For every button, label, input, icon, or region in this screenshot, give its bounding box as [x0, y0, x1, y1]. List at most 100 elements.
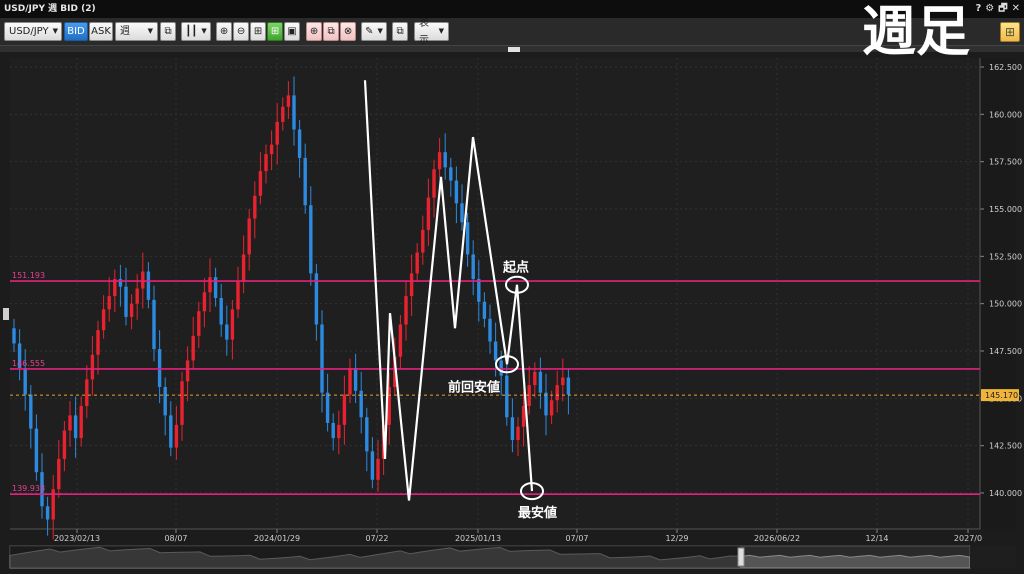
candle-body — [331, 422, 335, 439]
candle-body — [544, 392, 548, 416]
bid-button[interactable]: BID — [64, 22, 88, 41]
candle-body — [169, 415, 173, 448]
copy-indicator-icon[interactable]: ⧉ — [323, 22, 339, 41]
ask-button[interactable]: ASK — [89, 22, 113, 41]
candle-body — [297, 129, 302, 158]
candle-body — [538, 371, 543, 393]
candle-body — [241, 254, 246, 281]
annotation-label: 最安値 — [518, 505, 557, 521]
candle-body — [174, 424, 179, 448]
candle-body — [348, 368, 352, 395]
candle-body — [325, 392, 330, 423]
candle-body — [516, 426, 520, 440]
candle-body — [488, 318, 492, 342]
display-menu-button[interactable]: 表示 ▼ — [414, 18, 449, 46]
settings-icon[interactable]: ⚙ — [985, 0, 994, 18]
add-indicator-icon[interactable]: ⊕ — [306, 22, 322, 41]
candle-body — [185, 360, 190, 382]
candle-body — [493, 341, 498, 361]
candle-body — [342, 394, 347, 425]
x-tick-label: 07/07 — [565, 534, 588, 543]
zoom-in-icon[interactable]: ⊕ — [216, 22, 232, 41]
candle-body — [264, 154, 268, 172]
price-chart[interactable]: 162.500 160.000 157.500 155.000 152.500 150.0… — [0, 46, 1024, 574]
candle-body — [443, 152, 447, 168]
overlay-title: 週足 — [862, 0, 970, 63]
table-green-icon[interactable]: ⊞ — [267, 22, 283, 41]
candle-body — [236, 280, 240, 310]
candle-body — [62, 430, 67, 459]
x-tick-label: 2023/02/13 — [54, 534, 100, 543]
candle-body — [29, 394, 33, 429]
candle-body — [555, 385, 559, 401]
y-tick-label: 162.500 — [989, 63, 1022, 72]
candle-body — [398, 324, 403, 357]
candle-body — [465, 222, 470, 255]
candle-body — [96, 330, 100, 355]
delete-indicator-icon[interactable]: ⊗ — [340, 22, 356, 41]
candle-body — [415, 252, 419, 274]
candle-body — [566, 377, 571, 395]
candle-body — [309, 205, 313, 274]
candle-body — [533, 371, 537, 386]
y-tick-label: 152.500 — [989, 252, 1022, 261]
timeframe-value: 週 — [120, 26, 130, 37]
navigator-end — [970, 546, 1016, 568]
y-tick-label: 147.500 — [989, 347, 1022, 356]
symbol-select[interactable]: USD/JPY ▼ — [4, 22, 62, 41]
candle-body — [101, 309, 106, 331]
chevron-down-icon: ▼ — [52, 27, 58, 35]
candle-body — [499, 360, 503, 376]
candle-body — [12, 328, 16, 344]
y-tick-label: 160.000 — [989, 110, 1022, 119]
grid-icon[interactable]: ⊞ — [1000, 22, 1020, 42]
candle-body — [471, 254, 475, 280]
candle-chart-icon[interactable]: ┃┃ ▼ — [181, 22, 211, 41]
restore-icon[interactable]: 🗗 — [998, 0, 1007, 18]
candle-body — [460, 203, 464, 223]
candle-body — [320, 324, 324, 393]
candle-body — [141, 271, 145, 289]
window-title: USD/JPY 週 BID (2) — [4, 4, 96, 14]
chart-area[interactable]: 162.500 160.000 157.500 155.000 152.500 150.0… — [0, 46, 1024, 574]
annotation-label: 起点 — [502, 260, 529, 276]
y-tick-label: 142.500 — [989, 442, 1022, 451]
x-tick-label: 12/14 — [865, 534, 888, 543]
candle-body — [421, 229, 425, 253]
candle-body — [281, 106, 285, 122]
symbol-value: USD/JPY — [9, 26, 49, 37]
window-icon[interactable]: ▣ — [284, 22, 300, 41]
navigator-handle[interactable] — [737, 547, 745, 567]
x-tick-label: 2025/01/13 — [455, 534, 501, 543]
candle-body — [124, 286, 128, 317]
candle-body — [57, 458, 61, 490]
left-scroll-handle[interactable] — [3, 308, 9, 320]
candle-body — [286, 95, 291, 107]
candle-body — [34, 428, 39, 473]
layout-icon[interactable]: ⧉ — [392, 22, 408, 41]
candle-body — [521, 405, 526, 427]
candle-body — [477, 279, 481, 302]
level-label: 151.193 — [12, 271, 45, 280]
candle-body — [253, 195, 257, 219]
candle-body — [510, 417, 515, 440]
chevron-down-icon: ▼ — [438, 27, 444, 35]
close-icon[interactable]: ✕ — [1012, 0, 1020, 18]
candle-body — [197, 311, 201, 336]
candle-body — [426, 197, 431, 230]
candle-body — [180, 381, 184, 425]
zoom-out-icon[interactable]: ⊖ — [233, 22, 249, 41]
candle-body — [376, 458, 380, 480]
candle-body — [370, 451, 375, 480]
table-icon[interactable]: ⊞ — [250, 22, 266, 41]
timeframe-select[interactable]: 週 ▼ — [115, 22, 158, 41]
help-icon[interactable]: ? — [975, 0, 981, 18]
draw-line-icon[interactable]: ✎ ▼ — [361, 22, 387, 41]
link-icon[interactable]: ⧉ — [160, 22, 176, 41]
candle-body — [449, 167, 453, 181]
candle-body — [135, 288, 139, 304]
candle-body — [505, 375, 509, 418]
candle-body — [561, 377, 565, 386]
candle-body — [107, 296, 111, 310]
collapse-handle[interactable] — [508, 47, 520, 52]
